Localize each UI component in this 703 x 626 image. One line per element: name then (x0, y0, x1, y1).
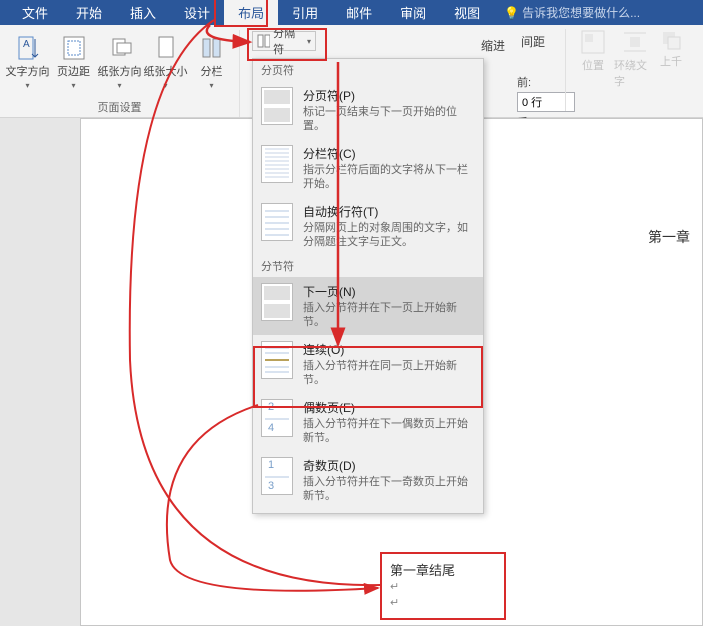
wrap-text-button: 环绕文字 (614, 25, 656, 115)
tab-file[interactable]: 文件 (8, 0, 62, 26)
column-break-desc: 指示分栏符后面的文字将从下一栏开始。 (303, 163, 475, 191)
orientation-icon (104, 32, 136, 64)
even-page-desc: 插入分节符并在下一偶数页上开始新节。 (303, 417, 475, 445)
column-break-icon (261, 145, 293, 183)
next-page-desc: 插入分节符并在下一页上开始新节。 (303, 301, 475, 329)
tab-design[interactable]: 设计 (170, 0, 224, 26)
size-label: 纸张大小 (144, 66, 188, 78)
odd-page-title: 奇数页(D) (303, 457, 475, 474)
margins-label: 页边距 (57, 66, 90, 78)
wrap-icon (622, 29, 648, 55)
tab-review[interactable]: 审阅 (386, 0, 440, 26)
chevron-down-icon: ▾ (307, 37, 311, 46)
tell-me-text: 告诉我您想要做什么... (522, 4, 640, 21)
orientation-button[interactable]: 纸张方向▾ (98, 30, 142, 97)
page-breaks-section: 分页符 (253, 59, 483, 81)
wrap-break-title: 自动换行符(T) (303, 203, 475, 220)
odd-page-icon: 13 (261, 457, 293, 495)
indent-label: 缩进 (477, 33, 509, 58)
tab-view[interactable]: 视图 (440, 0, 494, 26)
spacing-label: 间距 (517, 29, 555, 54)
breaks-icon (257, 34, 270, 48)
column-break-item[interactable]: 分栏符(C) 指示分栏符后面的文字将从下一栏开始。 (253, 139, 483, 197)
continuous-desc: 插入分节符并在同一页上开始新节。 (303, 359, 475, 387)
svg-text:A: A (23, 39, 30, 50)
position-label: 位置 (582, 57, 604, 73)
text-direction-button[interactable]: A 文字方向▾ (6, 30, 50, 97)
tell-me-search[interactable]: 💡 告诉我您想要做什么... (504, 4, 640, 21)
text-direction-label: 文字方向 (6, 66, 50, 78)
columns-icon (196, 32, 228, 64)
bulb-icon: 💡 (504, 6, 519, 20)
chapter-end-text: 第一章结尾 (390, 560, 455, 579)
breaks-label: 分隔符 (273, 25, 304, 57)
continuous-title: 连续(O) (303, 341, 475, 358)
spacing-before-input[interactable]: 0 行 (517, 92, 575, 112)
column-break-title: 分栏符(C) (303, 145, 475, 162)
paragraph-spacing-group: 缩进 间距 前: 0 行 后: 0 行 位置 环绕文字 上千 (473, 25, 703, 115)
even-page-section-break-item[interactable]: 24 偶数页(E) 插入分节符并在下一偶数页上开始新节。 (253, 393, 483, 451)
ribbon-tabs: 文件 开始 插入 设计 布局 引用 邮件 审阅 视图 💡 告诉我您想要做什么..… (0, 0, 703, 25)
even-page-icon: 24 (261, 399, 293, 437)
continuous-icon (261, 341, 293, 379)
tab-references[interactable]: 引用 (278, 0, 332, 26)
forward-label: 上千 (660, 53, 682, 69)
odd-page-section-break-item[interactable]: 13 奇数页(D) 插入分节符并在下一奇数页上开始新节。 (253, 451, 483, 509)
orientation-label: 纸张方向 (98, 66, 142, 78)
spacing-before-label: 前: (517, 74, 537, 90)
page-setup-group-label: 页面设置 (98, 97, 142, 117)
next-page-title: 下一页(N) (303, 283, 475, 300)
margins-button[interactable]: 页边距▾ (52, 30, 96, 97)
tab-insert[interactable]: 插入 (116, 0, 170, 26)
odd-page-desc: 插入分节符并在下一奇数页上开始新节。 (303, 475, 475, 503)
tab-mailings[interactable]: 邮件 (332, 0, 386, 26)
forward-icon (660, 29, 682, 51)
wrap-break-icon (261, 203, 293, 241)
chapter-heading: 第一章 (648, 227, 690, 247)
even-page-title: 偶数页(E) (303, 399, 475, 416)
continuous-section-break-item[interactable]: 连续(O) 插入分节符并在同一页上开始新节。 (253, 335, 483, 393)
wrap-label: 环绕文字 (614, 57, 656, 89)
position-button: 位置 (572, 25, 614, 115)
next-page-section-break-item[interactable]: 下一页(N) 插入分节符并在下一页上开始新节。 (253, 277, 483, 335)
bring-forward-button: 上千 (656, 25, 686, 115)
size-button[interactable]: 纸张大小▾ (144, 30, 188, 97)
page-break-desc: 标记一页结束与下一页开始的位置。 (303, 105, 475, 133)
text-wrapping-break-item[interactable]: 自动换行符(T) 分隔网页上的对象周围的文字，如分隔题注文字与正文。 (253, 197, 483, 255)
tab-layout[interactable]: 布局 (224, 0, 278, 26)
breaks-dropdown: 分页符 分页符(P) 标记一页结束与下一页开始的位置。 分栏符(C) 指示分栏符… (252, 58, 484, 514)
wrap-break-desc: 分隔网页上的对象周围的文字，如分隔题注文字与正文。 (303, 221, 475, 249)
size-icon (150, 32, 182, 64)
margins-icon (58, 32, 90, 64)
columns-button[interactable]: 分栏▾ (190, 30, 234, 97)
next-page-icon (261, 283, 293, 321)
columns-label: 分栏 (201, 66, 223, 78)
tab-home[interactable]: 开始 (62, 0, 116, 26)
page-break-item[interactable]: 分页符(P) 标记一页结束与下一页开始的位置。 (253, 81, 483, 139)
page-break-title: 分页符(P) (303, 87, 475, 104)
page-break-icon (261, 87, 293, 125)
text-direction-icon: A (12, 32, 44, 64)
section-breaks-section: 分节符 (253, 255, 483, 277)
breaks-button[interactable]: 分隔符 ▾ (252, 31, 316, 51)
position-icon (580, 29, 606, 55)
